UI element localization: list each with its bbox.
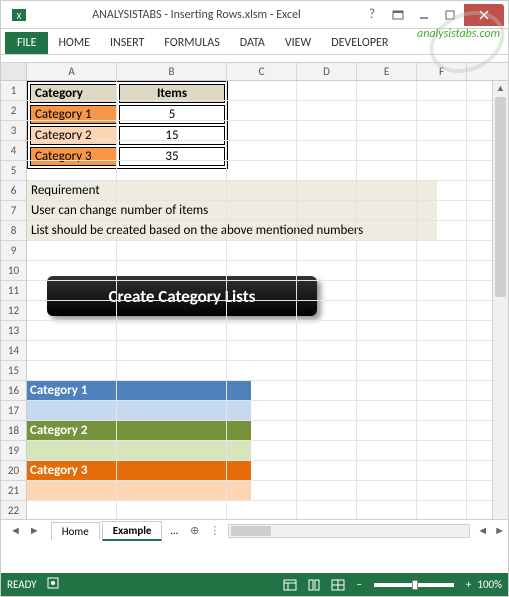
- row-header[interactable]: 13: [1, 321, 27, 341]
- row-header[interactable]: 18: [1, 421, 27, 441]
- row-header[interactable]: 17: [1, 401, 27, 421]
- tab-insert[interactable]: INSERT: [100, 32, 154, 54]
- vertical-scrollbar[interactable]: ▲ ▼: [492, 81, 508, 541]
- sheet-nav-next[interactable]: ►: [26, 524, 43, 537]
- scroll-left-arrow[interactable]: ◄: [474, 524, 491, 537]
- tab-view[interactable]: VIEW: [275, 32, 321, 54]
- cell-cat3[interactable]: Category 3: [30, 147, 117, 166]
- column-headers: A B C D E F: [1, 63, 508, 81]
- req-title[interactable]: Requirement: [27, 181, 437, 201]
- vscroll-thumb[interactable]: [495, 97, 506, 297]
- cell-items2[interactable]: 15: [119, 126, 225, 145]
- help-button[interactable]: ?: [360, 4, 384, 26]
- row-header[interactable]: 9: [1, 241, 27, 261]
- hscroll-thumb[interactable]: [231, 526, 271, 536]
- req-line2[interactable]: List should be created based on the abov…: [27, 221, 437, 241]
- zoom-slider[interactable]: [374, 583, 454, 587]
- close-button[interactable]: [464, 4, 504, 26]
- minimize-button[interactable]: [412, 4, 436, 26]
- row-header[interactable]: 8: [1, 221, 27, 241]
- title-bar: X ANALYSISTABS - Inserting Rows.xlsm - E…: [1, 1, 508, 29]
- band-sub[interactable]: [27, 481, 251, 501]
- band-header[interactable]: Category 1: [27, 381, 251, 401]
- scroll-up-arrow[interactable]: ▲: [493, 81, 508, 97]
- horizontal-scrollbar[interactable]: [228, 524, 470, 538]
- tab-developer[interactable]: DEVELOPER: [321, 32, 398, 54]
- col-header-e[interactable]: E: [357, 63, 417, 80]
- file-tab[interactable]: FILE: [5, 32, 48, 54]
- row-header[interactable]: 16: [1, 381, 27, 401]
- macro-record-icon[interactable]: [47, 577, 59, 592]
- row-header[interactable]: 2: [1, 101, 27, 121]
- row-header[interactable]: 22: [1, 501, 27, 521]
- tab-data[interactable]: DATA: [230, 32, 275, 54]
- sheet-nav-prev[interactable]: ◄: [7, 524, 24, 537]
- tab-formulas[interactable]: FORMULAS: [154, 32, 229, 54]
- requirement-block[interactable]: Requirement User can change number of it…: [27, 181, 437, 241]
- status-ready: READY: [7, 578, 37, 591]
- req-line1[interactable]: User can change number of items: [27, 201, 437, 221]
- page-break-view-button[interactable]: [327, 577, 349, 593]
- col-header-d[interactable]: D: [297, 63, 357, 80]
- category-table[interactable]: Category Items Category 1 5 Category 2 1…: [27, 81, 228, 169]
- zoom-in-button[interactable]: +: [466, 578, 471, 591]
- sheet-tab-home[interactable]: Home: [51, 522, 100, 540]
- zoom-level[interactable]: 100%: [477, 578, 502, 591]
- page-layout-view-button[interactable]: [303, 577, 325, 593]
- ribbon-options-button[interactable]: [386, 4, 410, 26]
- sheet-tab-more[interactable]: …: [164, 522, 184, 539]
- row-header[interactable]: 6: [1, 181, 27, 201]
- col-header-c[interactable]: C: [227, 63, 297, 80]
- band-header[interactable]: Category 3: [27, 461, 251, 481]
- band-header[interactable]: Category 2: [27, 421, 251, 441]
- zoom-out-button[interactable]: −: [356, 578, 361, 591]
- select-all-corner[interactable]: [1, 63, 27, 80]
- window-title: ANALYSISTABS - Inserting Rows.xlsm - Exc…: [33, 8, 360, 22]
- row-header[interactable]: 1: [1, 81, 27, 101]
- row-headers: 123456789101112131415161718192021222324: [1, 81, 27, 541]
- row-header[interactable]: 15: [1, 361, 27, 381]
- sheet-tab-bar: ◄ ► Home Example … ⊕ ⋮ ◄ ►: [1, 519, 508, 541]
- cell-cat2[interactable]: Category 2: [30, 126, 117, 145]
- maximize-button[interactable]: [438, 4, 462, 26]
- status-bar: READY − + 100%: [1, 573, 508, 596]
- col-header-b[interactable]: B: [117, 63, 227, 80]
- cell-cat1[interactable]: Category 1: [30, 105, 117, 124]
- row-header[interactable]: 21: [1, 481, 27, 501]
- zoom-slider-knob[interactable]: [412, 580, 418, 590]
- col-header-f[interactable]: F: [417, 63, 467, 80]
- tab-home[interactable]: HOME: [48, 32, 100, 54]
- row-header[interactable]: 20: [1, 461, 27, 481]
- col-header-a[interactable]: A: [27, 63, 117, 80]
- row-header[interactable]: 10: [1, 261, 27, 281]
- row-header[interactable]: 12: [1, 301, 27, 321]
- scroll-right-arrow[interactable]: ►: [491, 524, 508, 537]
- row-header[interactable]: 5: [1, 161, 27, 181]
- band-sub[interactable]: [27, 401, 251, 421]
- row-header[interactable]: 4: [1, 141, 27, 161]
- tab-split-handle[interactable]: ⋮: [205, 524, 224, 537]
- new-sheet-button[interactable]: ⊕: [184, 524, 205, 537]
- row-header[interactable]: 14: [1, 341, 27, 361]
- normal-view-button[interactable]: [279, 577, 301, 593]
- svg-text:X: X: [17, 11, 22, 22]
- create-category-lists-button[interactable]: Create Category Lists: [47, 276, 317, 316]
- row-header[interactable]: 19: [1, 441, 27, 461]
- cell-items1[interactable]: 5: [119, 105, 225, 124]
- ribbon-tabs: FILE HOME INSERT FORMULAS DATA VIEW DEVE…: [1, 29, 508, 55]
- excel-icon: X: [5, 3, 33, 27]
- row-header[interactable]: 11: [1, 281, 27, 301]
- sheet-tab-example[interactable]: Example: [102, 521, 163, 541]
- row-header[interactable]: 7: [1, 201, 27, 221]
- worksheet: A B C D E F 1234567891011121314151617181…: [1, 63, 508, 541]
- cell-items3[interactable]: 35: [119, 147, 225, 166]
- band-sub[interactable]: [27, 441, 251, 461]
- row-header[interactable]: 3: [1, 121, 27, 141]
- cells-area[interactable]: Category Items Category 1 5 Category 2 1…: [27, 81, 508, 541]
